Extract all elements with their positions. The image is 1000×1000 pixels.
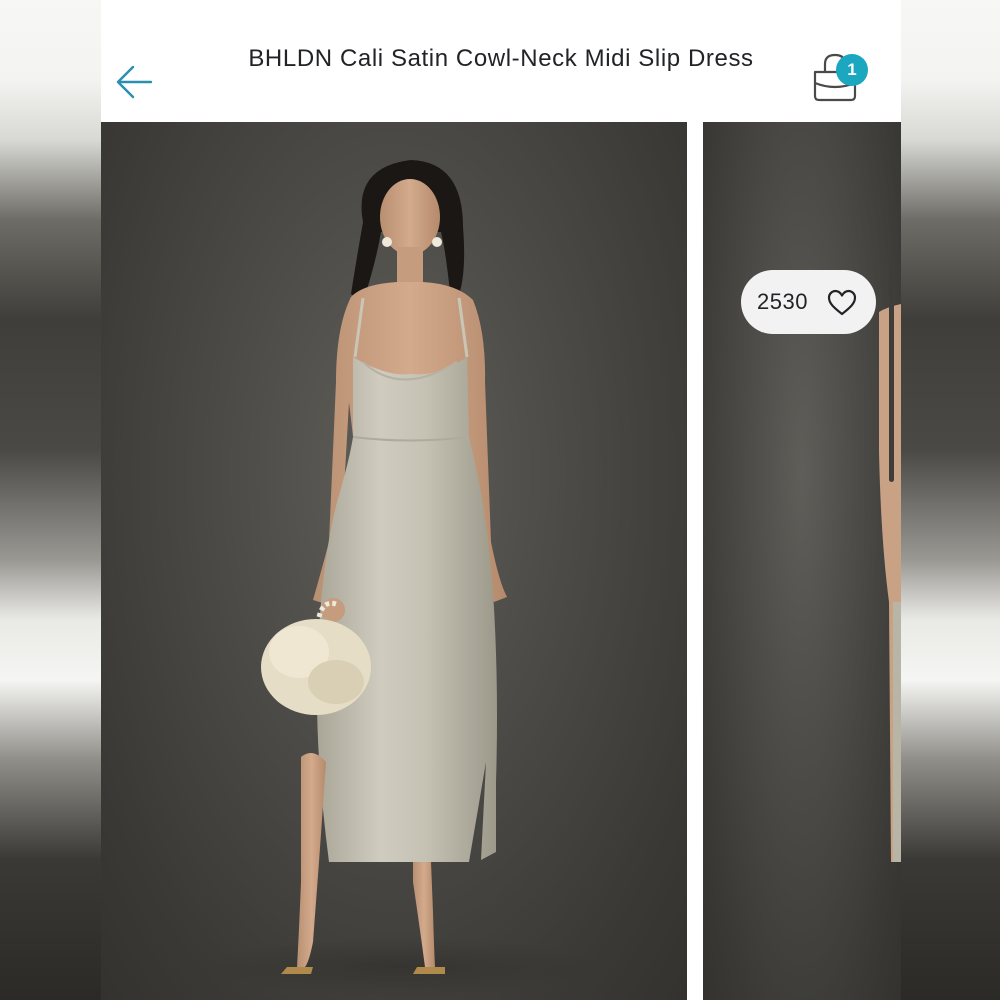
model-in-dress-image <box>201 160 601 997</box>
scroll-indicator <box>889 257 894 482</box>
cart-count-badge: 1 <box>836 54 868 86</box>
product-title: BHLDN Cali Satin Cowl-Neck Midi Slip Dre… <box>248 45 754 72</box>
product-image-next[interactable] <box>703 122 901 1000</box>
screenshot-canvas: BHLDN Cali Satin Cowl-Neck Midi Slip Dre… <box>0 0 1000 1000</box>
product-image-carousel[interactable]: 2530 <box>101 122 901 1000</box>
product-header: BHLDN Cali Satin Cowl-Neck Midi Slip Dre… <box>101 0 901 122</box>
blurred-backdrop-left <box>0 0 101 1000</box>
arrow-left-icon <box>116 65 153 99</box>
back-button[interactable] <box>113 62 157 102</box>
like-button[interactable]: 2530 <box>741 270 876 334</box>
model-partial-image <box>879 304 901 862</box>
blurred-backdrop-right <box>899 0 1000 1000</box>
heart-outline-icon <box>827 289 857 316</box>
app-screen: BHLDN Cali Satin Cowl-Neck Midi Slip Dre… <box>101 0 901 1000</box>
like-count: 2530 <box>757 289 808 314</box>
product-image-main[interactable] <box>101 122 687 1000</box>
